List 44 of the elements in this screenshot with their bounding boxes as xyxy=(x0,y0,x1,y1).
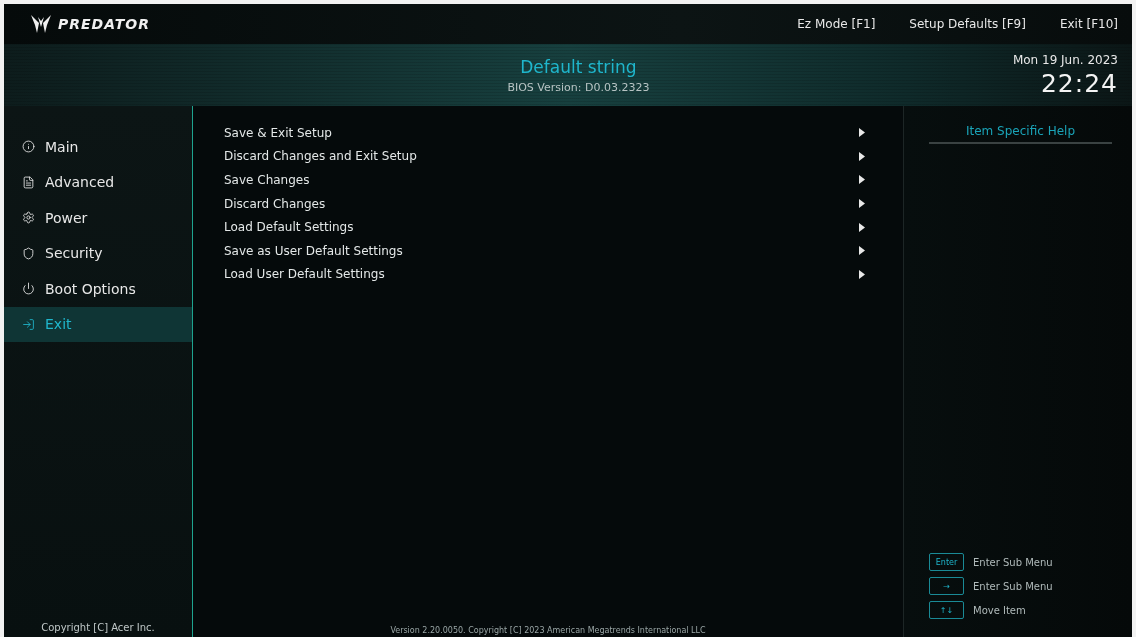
key-description: Enter Sub Menu xyxy=(973,580,1053,592)
sidebar-item[interactable]: Security xyxy=(4,235,192,271)
menu-item[interactable]: Discard Changes and Exit Setup xyxy=(193,144,903,169)
key-description: Move Item xyxy=(973,604,1026,616)
top-link[interactable]: Exit [F10] xyxy=(1059,17,1118,31)
top-link[interactable]: Ez Mode [F1] xyxy=(797,17,876,31)
submenu-arrow-icon xyxy=(859,151,865,161)
sidebar-item[interactable]: Exit xyxy=(4,306,192,342)
info-icon xyxy=(22,140,35,154)
claw-logo-icon xyxy=(30,15,52,33)
submenu-arrow-icon xyxy=(859,269,865,279)
submenu-arrow-icon xyxy=(859,246,865,256)
brand-name: PREDATOR xyxy=(58,16,150,32)
exit-icon xyxy=(22,317,35,331)
key-hint: Enter xyxy=(929,553,964,571)
version-text: Version 2.20.0050. Copyright [C] 2023 American Megatrends International LLC xyxy=(390,626,706,635)
menu-item[interactable]: Save & Exit Setup xyxy=(193,121,903,145)
shield-icon xyxy=(22,246,35,260)
submenu-arrow-icon xyxy=(859,222,865,232)
power-icon xyxy=(22,282,35,296)
key-hint: → xyxy=(929,577,964,595)
time-text: 22:24 xyxy=(1040,68,1118,98)
date-text: Mon 19 Jun. 2023 xyxy=(1012,52,1118,67)
menu-item[interactable]: Load User Default Settings xyxy=(193,262,903,287)
submenu-arrow-icon xyxy=(859,199,865,209)
submenu-arrow-icon xyxy=(859,175,865,185)
key-description: Enter Sub Menu xyxy=(973,556,1053,568)
menu-item[interactable]: Save as User Default Settings xyxy=(193,238,903,263)
menu-item[interactable]: Discard Changes xyxy=(193,191,903,216)
menu-item[interactable]: Load Default Settings xyxy=(193,215,903,239)
menu-item[interactable]: Save Changes xyxy=(193,168,903,192)
sidebar-item[interactable]: Boot Options xyxy=(4,271,192,307)
key-hint: ↑↓ xyxy=(929,601,964,619)
bios-version: BIOS Version: D0.03.2323 xyxy=(507,80,650,94)
settings-icon xyxy=(22,211,35,225)
top-link[interactable]: Setup Defaults [F9] xyxy=(909,17,1026,31)
sidebar-item[interactable]: Advanced xyxy=(4,164,192,200)
page-title: Default string xyxy=(520,56,637,77)
document-icon xyxy=(22,175,35,189)
sidebar-item[interactable]: Main xyxy=(4,129,192,165)
submenu-arrow-icon xyxy=(859,128,865,138)
sidebar-item[interactable]: Power xyxy=(4,200,192,236)
help-title: Item Specific Help xyxy=(929,124,1112,144)
copyright-text: Copyright [C] Acer Inc. xyxy=(41,622,155,633)
